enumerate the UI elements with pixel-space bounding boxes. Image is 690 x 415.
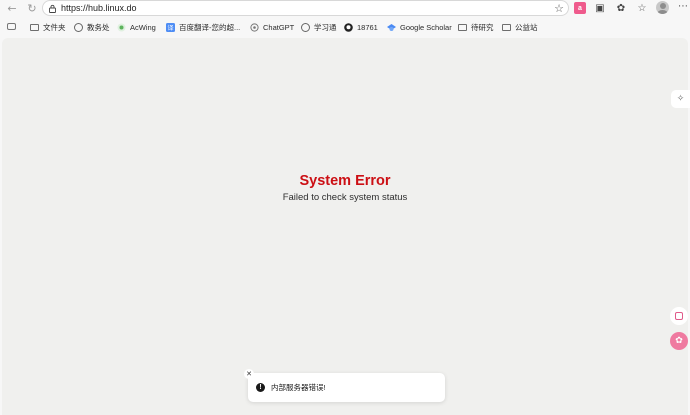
globe-icon: [301, 23, 310, 32]
bookmark-label: 教务处: [87, 23, 110, 32]
bookmark-label: 百度翻译-您的超...: [179, 23, 241, 32]
bookmark-label: 18761: [357, 23, 378, 32]
bookmark-star-icon[interactable]: ☆: [554, 2, 564, 15]
profile-avatar[interactable]: [656, 1, 669, 14]
error-title: System Error: [299, 173, 391, 189]
toast-message: 内部服务器错误!: [271, 383, 326, 392]
floating-assistant-icon[interactable]: ✿: [670, 332, 688, 350]
sparkle-assistant-icon[interactable]: ✧: [671, 90, 690, 108]
chatgpt-icon: [250, 23, 259, 32]
page-content: [2, 38, 688, 415]
error-message: Failed to check system status: [282, 192, 408, 203]
address-bar[interactable]: https://hub.linux.do ☆: [42, 0, 569, 16]
bookmark-google-scholar[interactable]: Google Scholar: [387, 22, 452, 33]
globe-icon: [74, 23, 83, 32]
browser-toolbar: ← ↻ https://hub.linux.do ☆ a ▣ ✿ ☆ ⋯: [0, 0, 690, 17]
bookmark-label: 公益站: [515, 23, 538, 32]
reload-icon[interactable]: ↻: [25, 1, 39, 15]
bookmark-label: 文件夹: [43, 23, 66, 32]
error-toast: ✕ ! 内部服务器错误!: [244, 369, 445, 402]
acwing-icon: [117, 23, 126, 32]
bookmark-folder-daiyanjiu[interactable]: 待研究: [458, 22, 494, 33]
baidu-translate-icon: 译: [166, 23, 175, 32]
extensions-puzzle-icon[interactable]: ✿: [615, 2, 627, 14]
bookmark-label: 待研究: [471, 23, 494, 32]
site-info-icon[interactable]: [48, 4, 57, 13]
bookmark-jiaowuchu[interactable]: 教务处: [74, 22, 110, 33]
bookmark-folder-wenjianjia[interactable]: 文件夹: [30, 22, 66, 33]
folder-icon: [502, 23, 511, 32]
bookmark-github-18761[interactable]: 18761: [344, 22, 378, 33]
svg-text:译: 译: [167, 24, 173, 32]
back-arrow-icon[interactable]: ←: [5, 1, 19, 15]
folder-icon: [458, 23, 467, 32]
bookmark-chatgpt[interactable]: ChatGPT: [250, 22, 294, 33]
bookmark-acwing[interactable]: AcWing: [117, 22, 156, 33]
folder-icon: [30, 23, 39, 32]
apps-icon[interactable]: [7, 23, 16, 30]
bookmark-label: AcWing: [130, 23, 156, 32]
more-menu-icon[interactable]: ⋯: [678, 1, 688, 12]
bookmark-label: Google Scholar: [400, 23, 452, 32]
bookmarks-bar: 文件夹 教务处 AcWing 译 百度翻译-您的超... ChatGPT 学习通…: [0, 19, 690, 35]
bookmark-baidu-translate[interactable]: 译 百度翻译-您的超...: [166, 22, 240, 33]
url-text[interactable]: https://hub.linux.do: [61, 3, 137, 13]
bookmark-xuexitong[interactable]: 学习通: [301, 22, 337, 33]
floating-square-icon[interactable]: [670, 307, 688, 325]
bookmark-label: 学习通: [314, 23, 337, 32]
exclamation-icon: !: [256, 383, 265, 392]
bookmark-label: ChatGPT: [263, 23, 295, 32]
extension-pink-icon[interactable]: a: [574, 2, 586, 14]
scholar-icon: [387, 23, 396, 32]
extension-store-icon[interactable]: ▣: [594, 2, 606, 14]
github-icon: [344, 23, 353, 32]
bookmark-folder-gongyizhan[interactable]: 公益站: [502, 22, 538, 33]
close-icon[interactable]: ✕: [244, 369, 254, 379]
favorites-star-icon[interactable]: ☆: [636, 2, 648, 14]
